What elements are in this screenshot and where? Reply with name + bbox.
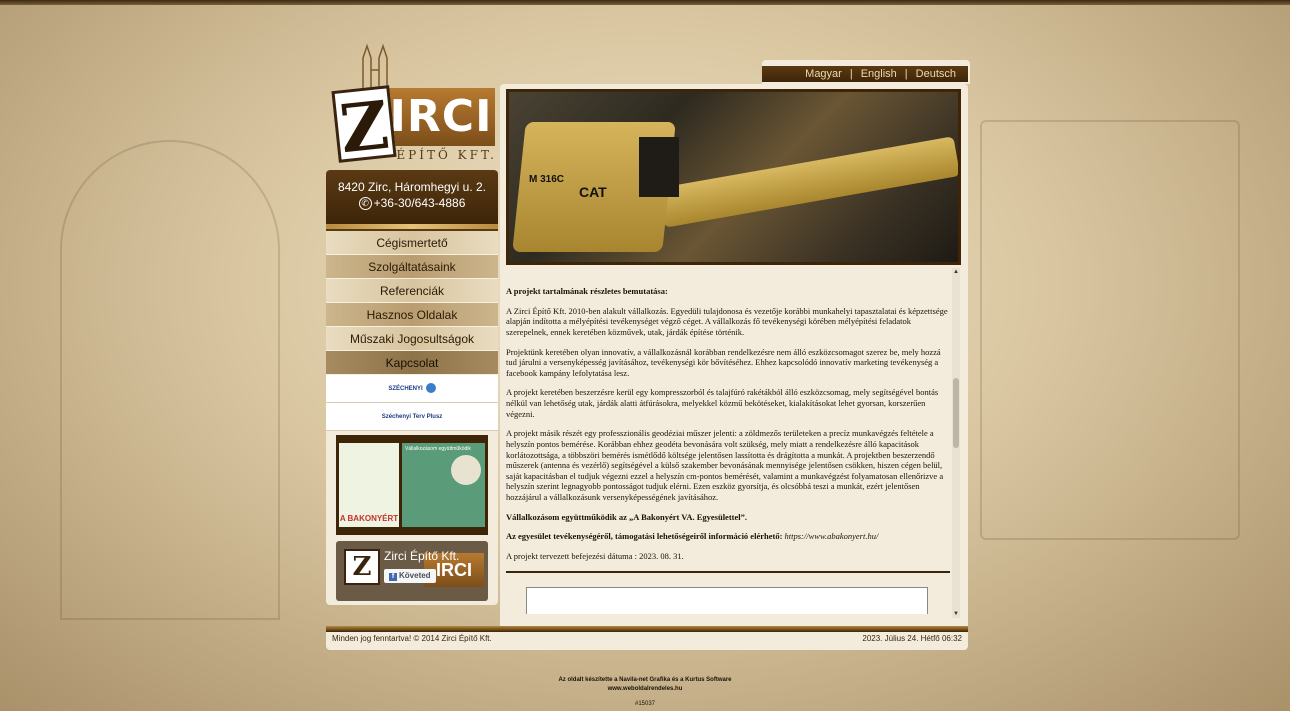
church-icon	[362, 43, 388, 90]
bakony-inner: A BAKONYÉRT Vállalkozásom együttműködik	[339, 443, 485, 527]
content-scroll-area[interactable]: A projekt tartalmának részletes bemutatá…	[506, 274, 950, 614]
language-switcher: Magyar | English | Deutsch	[762, 66, 968, 82]
sidebar: 8420 Zirc, Háromhegyi u. 2. ✆ +36-30/643-…	[326, 170, 498, 605]
bakony-ad-poster: Vállalkozásom együttműködik	[402, 443, 485, 527]
top-border	[0, 0, 1290, 5]
association-info: Az egyesület tevékenységéről, támogatási…	[506, 531, 950, 542]
visitor-counter: #15037	[634, 701, 656, 707]
site-credit: Az oldalt készítette a Navila-net Grafik…	[520, 676, 770, 709]
facebook-icon: f	[389, 573, 397, 581]
cooperation-text: Vállalkozásom együttműködik az „A Bakony…	[506, 511, 748, 522]
content-scrollbar[interactable]: ▲ ▼	[952, 268, 960, 618]
date-time-text: 2023. Július 24. Hétfő 06:32	[862, 634, 962, 643]
excavator-arm	[657, 136, 958, 228]
lang-magyar[interactable]: Magyar	[801, 68, 846, 80]
content-heading: A projekt tartalmának részletes bemutatá…	[506, 286, 668, 296]
credit-url[interactable]: www.weboldalrendeles.hu	[520, 685, 770, 694]
copyright-text: Minden jog fenntartva! © 2014 Zirci Épít…	[332, 634, 492, 643]
szechenyi-banner[interactable]: SZÉCHENYI	[326, 375, 498, 403]
main-nav: Cégismertető Szolgáltatásaink Referenciá…	[326, 231, 498, 375]
nav-item-cegismerteto[interactable]: Cégismertető	[326, 231, 498, 255]
excavator-model-label: M 316C	[529, 174, 565, 185]
scroll-up-icon[interactable]: ▲	[952, 268, 960, 276]
nav-item-hasznos-oldalak[interactable]: Hasznos Oldalak	[326, 303, 498, 327]
background-building-left	[60, 140, 280, 620]
bakony-cooperation-banner[interactable]: A BAKONYÉRT Vállalkozásom együttműködik	[336, 435, 488, 535]
szechenyi-terv-banner[interactable]: Széchenyi Terv Plusz	[326, 403, 498, 431]
logo-subtitle: ÉPÍTŐ KFT.	[396, 148, 497, 162]
excavator-window	[639, 137, 679, 197]
content-paragraph: A projekt másik részét egy professzionál…	[506, 428, 944, 502]
facebook-widget[interactable]: Z IRCI Zirci Építő Kft. f Követed	[336, 541, 488, 601]
szechenyi-logo-icon	[425, 383, 436, 394]
credit-line: Az oldalt készítette a Navila-net Grafik…	[558, 677, 732, 683]
company-logo[interactable]: IRCI Z ÉPÍTŐ KFT.	[331, 40, 497, 168]
bakony-logo: A BAKONYÉRT	[339, 443, 399, 527]
content-paragraph: Projektünk keretében olyan innovatív, a …	[506, 346, 941, 378]
embedded-document-frame[interactable]	[526, 586, 928, 614]
scrollbar-thumb[interactable]	[953, 378, 959, 448]
bakony-ad-title: Vállalkozásom együttműködik	[405, 446, 471, 452]
content-paragraph: A Zirci Építő Kft. 2010-ben alakult váll…	[506, 305, 948, 337]
lang-separator: |	[849, 68, 853, 80]
phone-text: +36-30/643-4886	[373, 196, 466, 210]
nav-item-szolgaltatasaink[interactable]: Szolgáltatásaink	[326, 255, 498, 279]
follow-label: Követed	[399, 571, 431, 580]
association-info-label: Az egyesület tevékenységéről, támogatási…	[506, 531, 783, 542]
szechenyi-terv-label: Széchenyi Terv Plusz	[381, 414, 443, 420]
facebook-page-avatar: Z	[344, 549, 380, 585]
cat-logo: CAT	[579, 184, 607, 200]
lang-separator: |	[904, 68, 908, 80]
contact-box: 8420 Zirc, Háromhegyi u. 2. ✆ +36-30/643-…	[326, 170, 498, 224]
lang-deutsch[interactable]: Deutsch	[912, 68, 960, 80]
nav-item-muszaki-jogosultsagok[interactable]: Műszaki Jogosultságok	[326, 327, 498, 351]
seal-icon	[451, 455, 481, 485]
address-text: 8420 Zirc, Háromhegyi u. 2.	[337, 180, 487, 194]
nav-item-referenciak[interactable]: Referenciák	[326, 279, 498, 303]
main-panel: M 316C CAT A projekt tartalmának részlet…	[500, 84, 968, 630]
footer: Minden jog fenntartva! © 2014 Zirci Épít…	[326, 632, 968, 650]
completion-date: A projekt tervezett befejezési dátuma : …	[506, 550, 684, 561]
facebook-follow-button[interactable]: f Követed	[384, 569, 436, 583]
association-link[interactable]: https://www.abakonyert.hu/	[785, 531, 879, 541]
logo-wordmark: IRCI	[387, 88, 495, 146]
phone-row: ✆ +36-30/643-4886	[326, 196, 498, 211]
lang-english[interactable]: English	[857, 68, 901, 80]
hero-image-excavator: M 316C CAT	[506, 89, 961, 265]
nav-item-kapcsolat[interactable]: Kapcsolat	[326, 351, 498, 375]
content-divider	[506, 570, 950, 573]
szechenyi-label: SZÉCHENYI	[388, 386, 423, 392]
phone-icon: ✆	[358, 197, 372, 211]
scroll-down-icon[interactable]: ▼	[952, 610, 960, 618]
background-building-right	[980, 120, 1240, 540]
content-paragraph: A projekt keretében beszerzésre kerül eg…	[506, 387, 939, 419]
facebook-page-name[interactable]: Zirci Építő Kft.	[384, 549, 459, 563]
